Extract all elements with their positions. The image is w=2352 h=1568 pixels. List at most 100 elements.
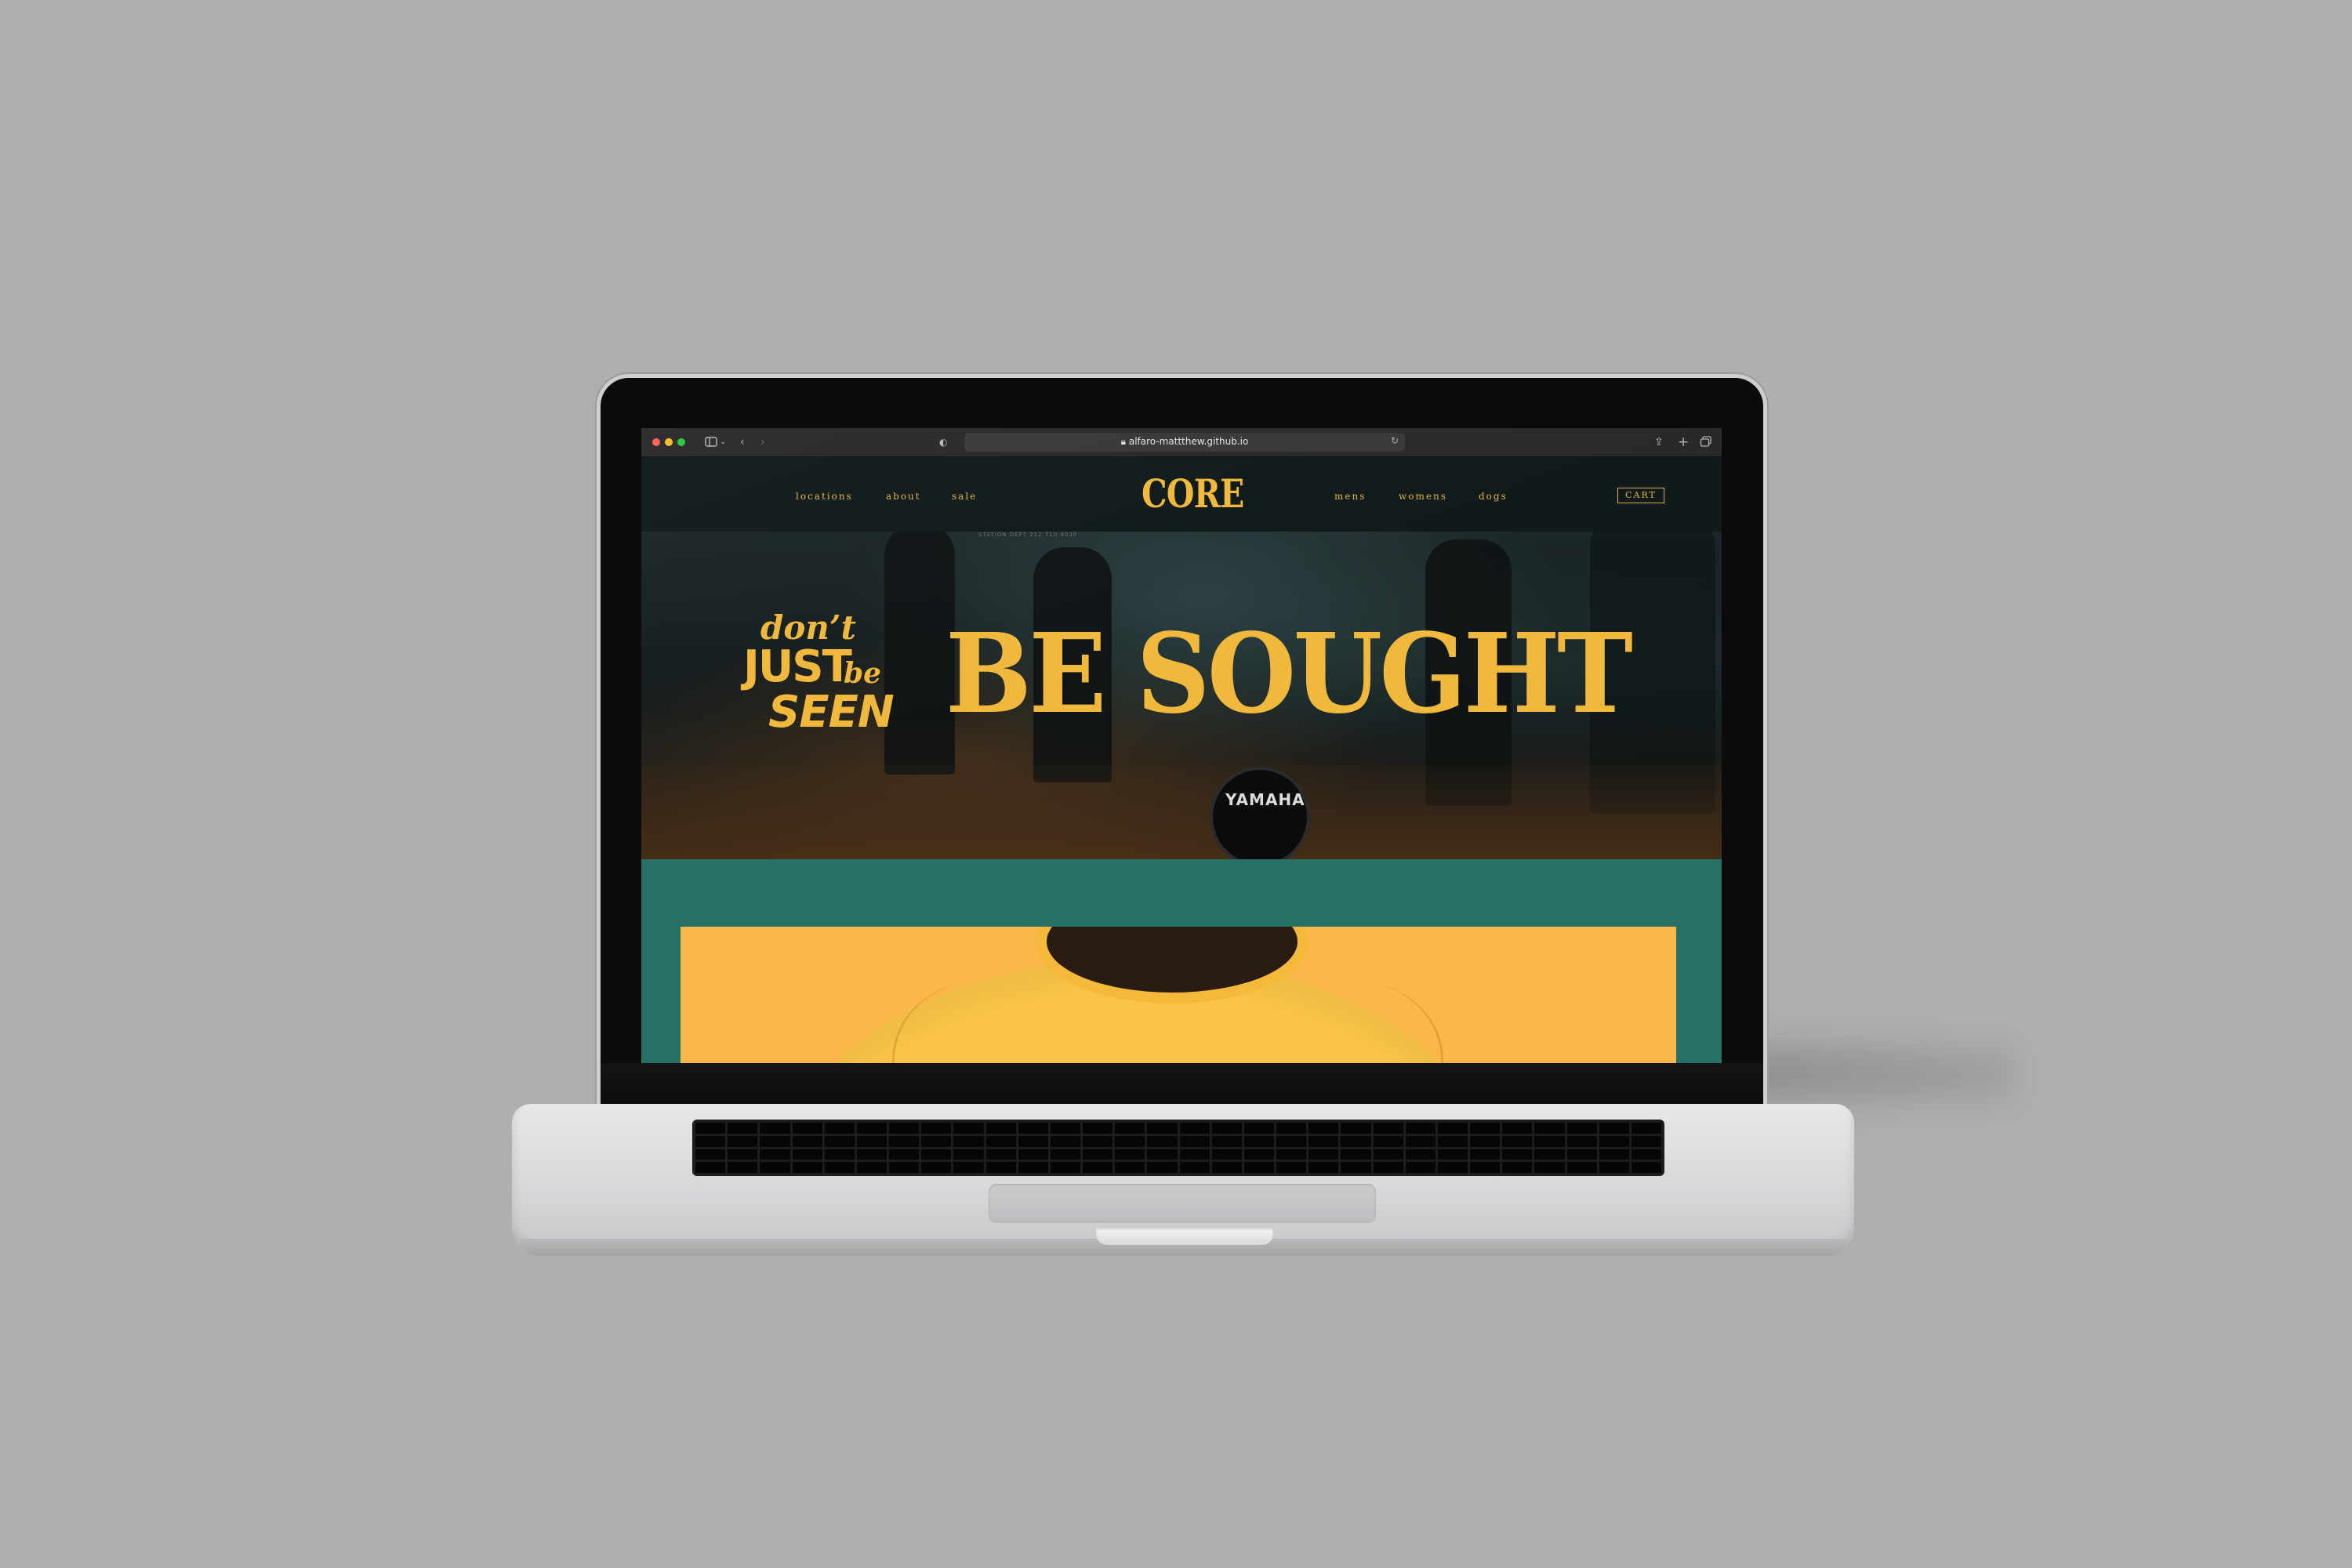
keyboard-key	[1631, 1123, 1661, 1134]
keyboard-key	[1566, 1123, 1597, 1134]
nav-link-mens[interactable]: mens	[1334, 491, 1366, 502]
keyboard-key	[1050, 1135, 1080, 1147]
nav-link-womens[interactable]: womens	[1399, 491, 1447, 502]
tabs-overview-icon[interactable]	[1700, 435, 1712, 449]
keyboard-key	[1437, 1135, 1468, 1147]
nav-link-about[interactable]: about	[886, 491, 921, 502]
keyboard-key	[1470, 1162, 1501, 1173]
hero-headline: BE SOUGHT	[946, 610, 1633, 739]
keyboard-key	[1115, 1149, 1145, 1160]
keyboard-key	[1211, 1149, 1242, 1160]
keyboard-key	[728, 1162, 758, 1173]
lock-icon: 🔒︎	[1120, 436, 1129, 447]
keyboard-key	[728, 1135, 758, 1147]
keyboard-key	[1147, 1162, 1178, 1173]
keyboard-key	[1534, 1162, 1565, 1173]
keyboard-key	[792, 1135, 822, 1147]
keyboard-key	[1018, 1123, 1048, 1134]
keyboard-key	[1437, 1123, 1468, 1134]
keyboard-key	[1083, 1162, 1113, 1173]
address-url: 🔒︎ alfaro-mattthew.github.io	[964, 436, 1405, 448]
keyboard-key	[1373, 1135, 1403, 1147]
keyboard-key	[792, 1123, 822, 1134]
keyboard-key	[792, 1162, 822, 1173]
keyboard-key	[1631, 1162, 1661, 1173]
address-bar[interactable]: 🔒︎ alfaro-mattthew.github.io ↻	[964, 433, 1405, 452]
close-window-button[interactable]	[652, 438, 660, 446]
keyboard-key	[921, 1149, 952, 1160]
laptop-screen: ⌄ ‹ › ◐ 🔒︎ alfaro-mattthew.github.io ↻ ⇪…	[641, 428, 1722, 1063]
keyboard-key	[1083, 1149, 1113, 1160]
keyboard-key	[1534, 1135, 1565, 1147]
keyboard-key	[953, 1149, 984, 1160]
keyboard-key	[1631, 1135, 1661, 1147]
keyboard-key	[824, 1149, 855, 1160]
keyboard-key	[1534, 1123, 1565, 1134]
keyboard-key	[1502, 1162, 1533, 1173]
forward-icon[interactable]: ›	[760, 435, 765, 449]
nav-link-dogs[interactable]: dogs	[1479, 491, 1508, 502]
keyboard-key	[1018, 1149, 1048, 1160]
site-logo[interactable]: CORE	[1142, 470, 1244, 517]
drum-brand-label: YAMAHA	[1225, 790, 1305, 809]
keyboard-key	[1243, 1149, 1274, 1160]
keyboard-key	[695, 1162, 726, 1173]
site-header: locations about sale CORE mens womens do…	[641, 456, 1722, 538]
share-icon[interactable]: ⇪	[1654, 435, 1664, 449]
zoom-window-button[interactable]	[677, 438, 685, 446]
keyboard-key	[1115, 1135, 1145, 1147]
keyboard-key	[1599, 1149, 1629, 1160]
reload-icon[interactable]: ↻	[1391, 435, 1399, 446]
keyboard-key	[1566, 1135, 1597, 1147]
keyboard-key	[760, 1162, 790, 1173]
keyboard-key	[1115, 1123, 1145, 1134]
keyboard-key	[1211, 1123, 1242, 1134]
url-text: alfaro-mattthew.github.io	[1128, 436, 1249, 447]
keyboard-key	[1179, 1135, 1210, 1147]
keyboard-key	[1147, 1123, 1178, 1134]
keyboard-key	[1534, 1149, 1565, 1160]
privacy-icon[interactable]: ◐	[939, 435, 947, 449]
laptop-notch	[1096, 1228, 1273, 1245]
keyboard-key	[1341, 1123, 1371, 1134]
back-icon[interactable]: ‹	[740, 435, 745, 449]
keyboard-key	[1502, 1123, 1533, 1134]
browser-toolbar: ⌄ ‹ › ◐ 🔒︎ alfaro-mattthew.github.io ↻ ⇪…	[641, 428, 1722, 457]
sidebar-icon[interactable]	[704, 435, 720, 449]
new-tab-icon[interactable]: +	[1678, 435, 1689, 449]
chevron-down-icon[interactable]: ⌄	[720, 435, 726, 449]
keyboard-key	[695, 1149, 726, 1160]
keyboard-key	[1341, 1149, 1371, 1160]
keyboard-key	[985, 1149, 1016, 1160]
cart-button[interactable]: CART	[1617, 488, 1664, 503]
keyboard-key	[1631, 1149, 1661, 1160]
hero-seen-text: SEEN	[768, 687, 895, 738]
keyboard-key	[1276, 1123, 1307, 1134]
keyboard-key	[856, 1162, 887, 1173]
keyboard-key	[1341, 1162, 1371, 1173]
keyboard-key	[1599, 1162, 1629, 1173]
keyboard-key	[1341, 1135, 1371, 1147]
keyboard-key	[728, 1149, 758, 1160]
keyboard-key	[1308, 1135, 1339, 1147]
keyboard-key	[1405, 1135, 1436, 1147]
keyboard-key	[953, 1135, 984, 1147]
keyboard-key	[1373, 1123, 1403, 1134]
nav-link-locations[interactable]: locations	[796, 491, 853, 502]
keyboard-key	[1405, 1162, 1436, 1173]
keyboard-key	[1373, 1162, 1403, 1173]
nav-link-sale[interactable]: sale	[952, 491, 977, 502]
product-feature-image[interactable]	[681, 927, 1676, 1063]
keyboard-key	[1147, 1149, 1178, 1160]
keyboard-key	[856, 1149, 887, 1160]
keyboard-key	[1083, 1135, 1113, 1147]
keyboard-key	[953, 1162, 984, 1173]
keyboard-key	[953, 1123, 984, 1134]
keyboard-key	[1147, 1135, 1178, 1147]
keyboard-key	[889, 1135, 920, 1147]
minimize-window-button[interactable]	[665, 438, 673, 446]
keyboard-key	[1373, 1149, 1403, 1160]
keyboard-key	[1243, 1162, 1274, 1173]
keyboard-key	[1276, 1162, 1307, 1173]
keyboard-key	[1437, 1149, 1468, 1160]
